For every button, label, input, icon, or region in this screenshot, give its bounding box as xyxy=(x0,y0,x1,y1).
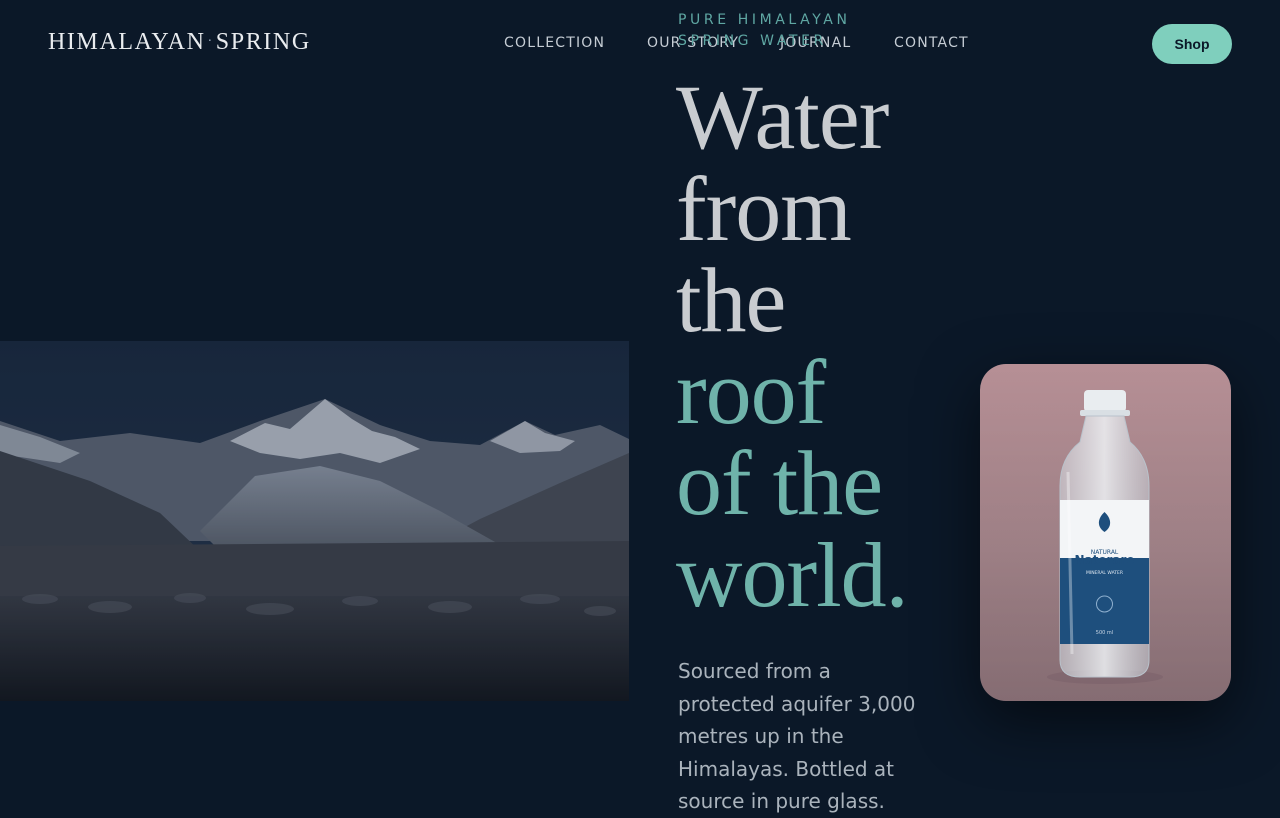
bottle-label-volume: 500 ml xyxy=(1096,630,1113,636)
hero-headline: Water from the roof of the world. xyxy=(676,66,966,626)
headline-accent-line: world. xyxy=(676,523,909,626)
headline-line: from xyxy=(676,157,852,260)
headline-accent-line: of the xyxy=(676,432,883,534)
headline-line: the xyxy=(676,249,786,351)
nav-collection[interactable]: COLLECTION xyxy=(504,35,605,51)
nav-contact[interactable]: CONTACT xyxy=(894,35,969,51)
product-bottle-card[interactable]: NATURAL Naterare MINERAL WATER 500 ml xyxy=(980,364,1231,701)
shop-button[interactable]: Shop xyxy=(1152,24,1232,64)
bottle-label-brand: Naterare xyxy=(1074,553,1134,567)
headline-accent-line: roof xyxy=(676,340,826,443)
hero-lead-text: Sourced from a protected aquifer 3,000 m… xyxy=(678,659,916,813)
mountain-landscape-image xyxy=(0,341,629,701)
hero-eyebrow: PURE HIMALAYAN SPRING WATER xyxy=(678,12,851,49)
main-nav: COLLECTION OUR STORY JOURNAL CONTACT xyxy=(0,35,1280,55)
headline-line: Water xyxy=(676,66,889,168)
bottle-label-sub: MINERAL WATER xyxy=(1086,570,1123,576)
